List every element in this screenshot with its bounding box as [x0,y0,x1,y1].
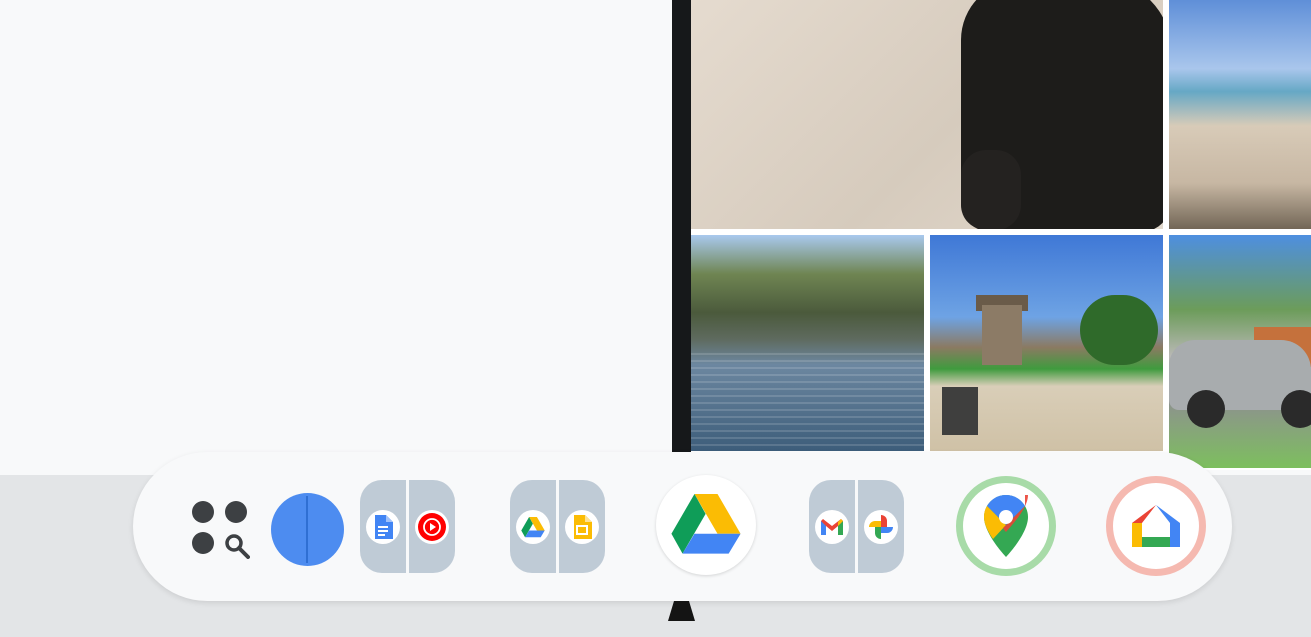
launcher-dot-icon [192,501,214,523]
sign-shape [942,387,978,435]
photo-gallery [691,0,1311,470]
split-circle-icon [306,496,308,563]
photo-building[interactable] [930,235,1163,451]
split-divider[interactable] [672,0,691,452]
photo-car[interactable] [1169,235,1311,468]
home-app-button[interactable] [1106,476,1206,576]
drive-icon [671,494,741,554]
docs-icon [366,510,400,544]
split-screen-button[interactable] [271,493,344,566]
maps-icon [984,495,1028,557]
hut-shape [982,305,1022,365]
maps-app-button[interactable] [956,476,1056,576]
youtube-music-icon [415,510,449,544]
launcher-dot-icon [225,501,247,523]
home-icon [1132,505,1180,547]
photo-bear[interactable] [691,0,1163,229]
launcher-dot-icon [192,532,214,554]
drive-app-button[interactable] [656,475,756,575]
drive-icon [516,510,550,544]
slides-icon [565,510,599,544]
app-pair-gmail-photos[interactable] [809,480,904,573]
water-texture [691,353,924,451]
bear-leg-shape [961,150,1021,229]
app-pair-docs-youtube-music[interactable] [360,480,455,573]
home-ring-inner [1113,483,1199,569]
search-icon [225,534,250,559]
gmail-icon [815,510,849,544]
launcher-button[interactable] [190,499,256,565]
app-pair-drive-slides[interactable] [510,480,605,573]
photo-beach[interactable] [1169,0,1311,229]
car-wheel-shape [1187,390,1225,428]
left-app-pane[interactable] [0,0,672,475]
photo-lake[interactable] [691,235,924,451]
maps-ring-inner [963,483,1049,569]
car-wheel-shape [1281,390,1311,428]
photos-icon [864,510,898,544]
tree-shape [1080,295,1158,365]
split-handle-icon[interactable] [668,601,695,621]
